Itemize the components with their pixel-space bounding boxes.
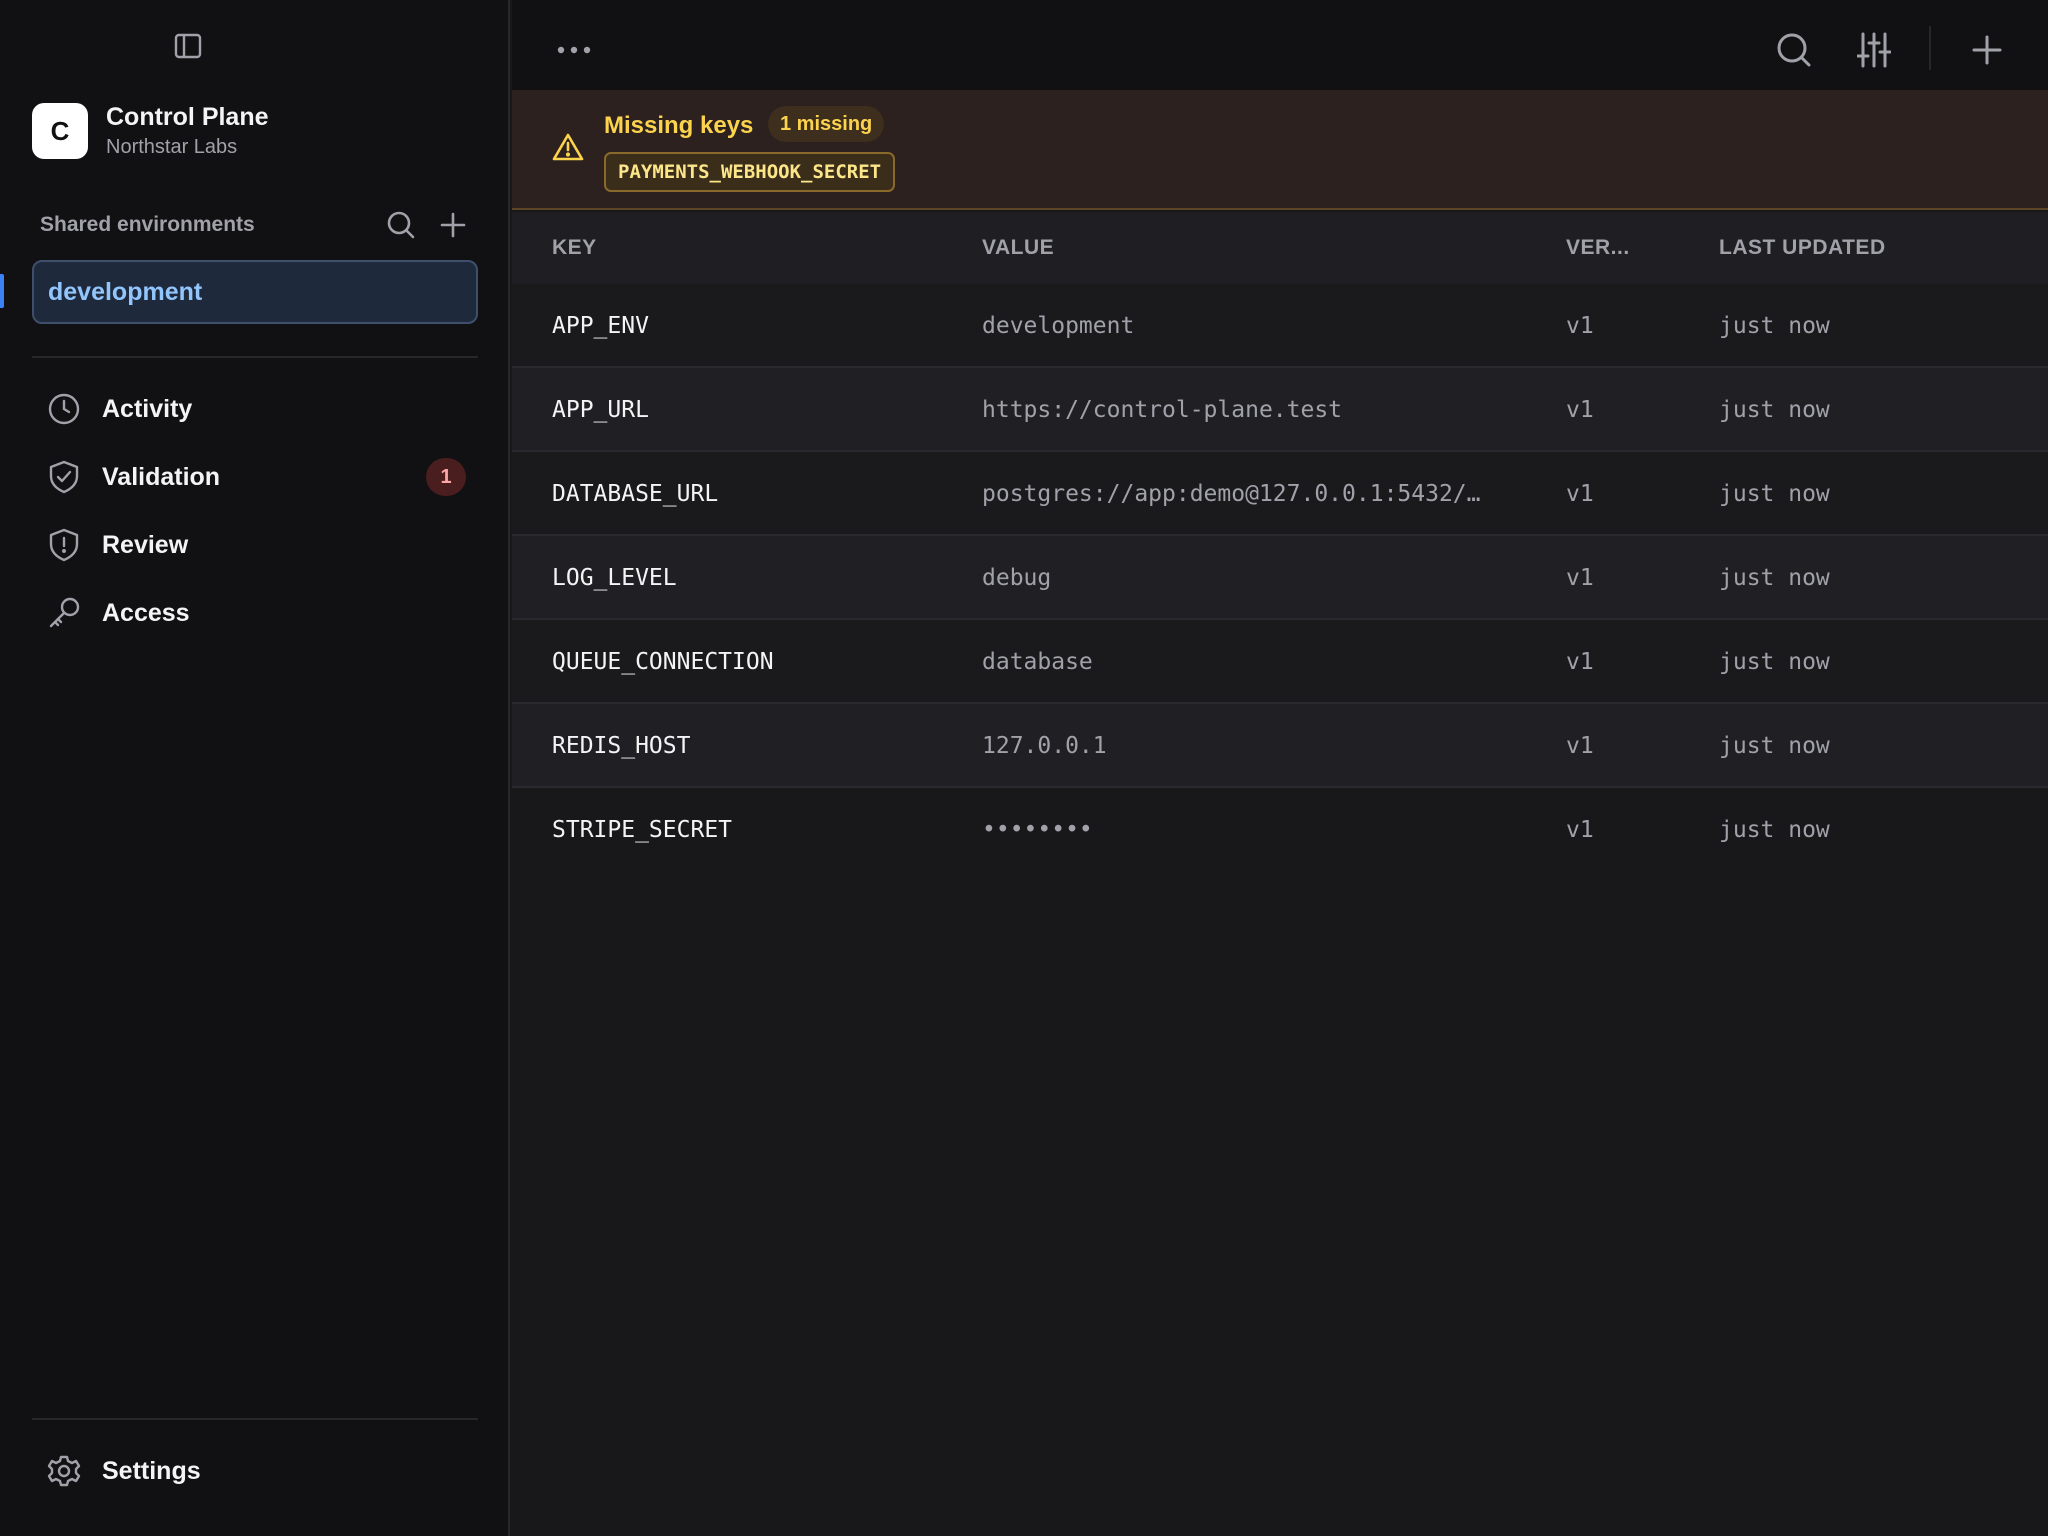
column-header-last-updated[interactable]: LAST UPDATED bbox=[1719, 236, 1886, 260]
row-value-masked: •••••••• bbox=[982, 817, 1093, 843]
table-row[interactable]: DATABASE_URL postgres://app:demo@127.0.0… bbox=[512, 452, 2048, 536]
row-value: 127.0.0.1 bbox=[982, 733, 1107, 759]
warning-icon bbox=[552, 132, 588, 168]
validation-count-badge: 1 bbox=[426, 458, 466, 496]
org-avatar: C bbox=[32, 103, 88, 159]
nav-item-access[interactable]: Access bbox=[46, 588, 466, 638]
row-key: APP_ENV bbox=[552, 313, 649, 339]
missing-key-chip[interactable]: PAYMENTS_WEBHOOK_SECRET bbox=[604, 152, 896, 192]
main-content: Missing keys 1 missing PAYMENTS_WEBHOOK_… bbox=[512, 0, 2048, 1536]
clock-icon bbox=[46, 391, 82, 427]
gear-icon bbox=[46, 1453, 82, 1489]
row-key: REDIS_HOST bbox=[552, 733, 691, 759]
row-version: v1 bbox=[1566, 565, 1594, 591]
sidebar: C Control Plane Northstar Labs Shared en… bbox=[0, 0, 510, 1536]
row-version: v1 bbox=[1566, 481, 1594, 507]
table-row[interactable]: APP_ENV development v1 just now bbox=[512, 284, 2048, 368]
nav-label: Review bbox=[102, 530, 189, 559]
row-key: STRIPE_SECRET bbox=[552, 817, 733, 843]
row-version: v1 bbox=[1566, 313, 1594, 339]
more-options-icon[interactable] bbox=[552, 32, 596, 68]
row-value: postgres://app:demo@127.0.0.1:5432/… bbox=[982, 481, 1481, 507]
row-last-updated: just now bbox=[1719, 649, 1830, 675]
row-last-updated: just now bbox=[1719, 397, 1830, 423]
add-variable-icon[interactable] bbox=[1967, 30, 2007, 70]
org-name: Control Plane bbox=[106, 103, 269, 131]
sidebar-toggle-icon[interactable] bbox=[172, 30, 204, 62]
alert-title: Missing keys bbox=[604, 112, 754, 139]
row-version: v1 bbox=[1566, 733, 1594, 759]
row-key: APP_URL bbox=[552, 397, 649, 423]
environments-label: Shared environments bbox=[40, 213, 255, 236]
environments-header: Shared environments bbox=[40, 208, 470, 242]
row-value: development bbox=[982, 313, 1135, 339]
row-last-updated: just now bbox=[1719, 733, 1830, 759]
table-row[interactable]: REDIS_HOST 127.0.0.1 v1 just now bbox=[512, 704, 2048, 788]
nav-label: Access bbox=[102, 598, 190, 627]
table-row[interactable]: LOG_LEVEL debug v1 just now bbox=[512, 536, 2048, 620]
active-environment-marker bbox=[0, 274, 4, 308]
row-key: DATABASE_URL bbox=[552, 481, 719, 507]
row-value: database bbox=[982, 649, 1093, 675]
row-last-updated: just now bbox=[1719, 481, 1830, 507]
nav-item-settings[interactable]: Settings bbox=[46, 1446, 466, 1496]
table-row[interactable]: APP_URL https://control-plane.test v1 ju… bbox=[512, 368, 2048, 452]
row-last-updated: just now bbox=[1719, 313, 1830, 339]
search-icon[interactable] bbox=[1774, 30, 1814, 70]
settings-label: Settings bbox=[102, 1456, 201, 1485]
column-header-value[interactable]: VALUE bbox=[982, 236, 1054, 260]
key-icon bbox=[46, 595, 82, 631]
add-environment-icon[interactable] bbox=[436, 208, 470, 242]
row-last-updated: just now bbox=[1719, 817, 1830, 843]
column-header-version[interactable]: VER... bbox=[1566, 236, 1630, 260]
variables-table: KEY VALUE VER... LAST UPDATED APP_ENV de… bbox=[512, 212, 2048, 872]
row-version: v1 bbox=[1566, 649, 1594, 675]
environment-item-development[interactable]: development bbox=[32, 260, 478, 324]
column-header-key[interactable]: KEY bbox=[552, 236, 597, 260]
row-version: v1 bbox=[1566, 817, 1594, 843]
row-last-updated: just now bbox=[1719, 565, 1830, 591]
nav-item-activity[interactable]: Activity bbox=[46, 384, 466, 434]
missing-count-badge: 1 missing bbox=[768, 106, 885, 142]
table-row[interactable]: QUEUE_CONNECTION database v1 just now bbox=[512, 620, 2048, 704]
row-value: https://control-plane.test bbox=[982, 397, 1343, 423]
environment-label: development bbox=[48, 277, 203, 306]
org-switcher[interactable]: C Control Plane Northstar Labs bbox=[32, 102, 269, 160]
nav-item-review[interactable]: Review bbox=[46, 520, 466, 570]
sidebar-divider bbox=[32, 356, 478, 358]
org-subtitle: Northstar Labs bbox=[106, 136, 238, 158]
nav-label: Validation bbox=[102, 462, 221, 491]
sidebar-footer-divider bbox=[32, 1418, 478, 1420]
shield-alert-icon bbox=[46, 527, 82, 563]
row-key: LOG_LEVEL bbox=[552, 565, 677, 591]
row-version: v1 bbox=[1566, 397, 1594, 423]
row-value: debug bbox=[982, 565, 1052, 591]
shield-check-icon bbox=[46, 459, 82, 495]
nav-item-validation[interactable]: Validation 1 bbox=[46, 452, 466, 502]
filter-sliders-icon[interactable] bbox=[1854, 30, 1894, 70]
table-header: KEY VALUE VER... LAST UPDATED bbox=[512, 212, 2048, 284]
top-toolbar bbox=[512, 0, 2048, 90]
table-row[interactable]: STRIPE_SECRET •••••••• v1 just now bbox=[512, 788, 2048, 872]
search-environments-icon[interactable] bbox=[384, 208, 418, 242]
missing-keys-alert: Missing keys 1 missing PAYMENTS_WEBHOOK_… bbox=[512, 90, 2048, 210]
nav-label: Activity bbox=[102, 394, 193, 423]
row-key: QUEUE_CONNECTION bbox=[552, 649, 774, 675]
toolbar-separator bbox=[1929, 26, 1931, 70]
